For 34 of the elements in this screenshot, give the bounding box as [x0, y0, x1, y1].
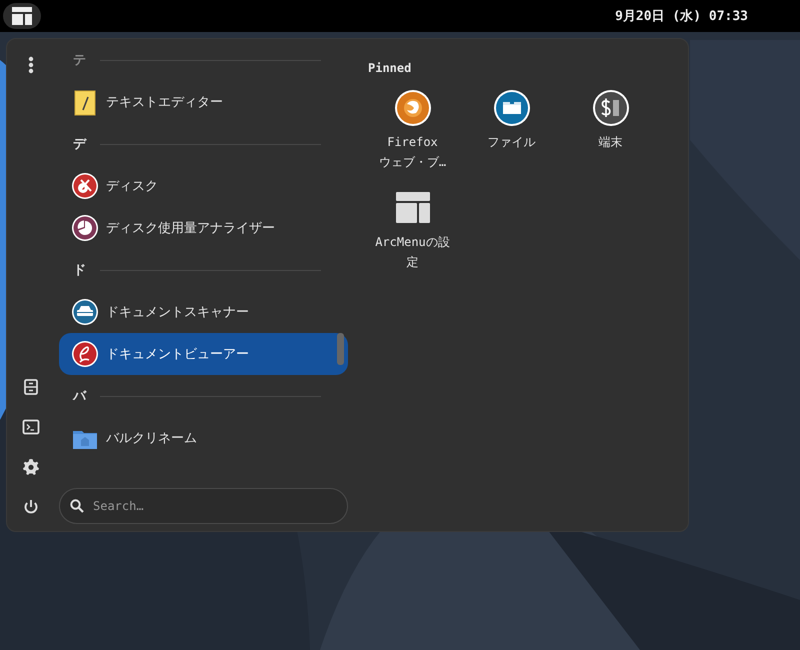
app-list-item[interactable]: ドキュメントスキャナー — [59, 291, 348, 333]
power-icon — [22, 498, 40, 516]
more-icon — [28, 56, 34, 74]
section-letter: テ — [73, 52, 86, 69]
section-letter: バ — [73, 388, 86, 405]
search-field[interactable]: Search… — [59, 488, 348, 524]
cabinet-icon — [22, 378, 40, 396]
scrollbar[interactable] — [337, 333, 344, 365]
activities-button[interactable] — [3, 3, 41, 29]
app-list-item[interactable]: ドキュメントビューアー — [59, 333, 348, 375]
app-list-item[interactable]: バルクリネーム — [59, 417, 348, 459]
clock[interactable]: 9月20日 (水) 07:33 — [615, 7, 748, 25]
file-cabinet-icon — [494, 90, 530, 126]
layout-icon — [12, 7, 32, 25]
section-letter: ド — [73, 262, 86, 279]
app-list-item[interactable]: ディスク — [59, 165, 348, 207]
search-icon — [70, 499, 84, 513]
terminal-icon — [22, 418, 40, 436]
wrench-disk-icon — [70, 171, 100, 201]
app-list-item[interactable]: テキストエディター — [59, 81, 348, 123]
section-title: Pinned — [368, 61, 412, 75]
fox-icon — [394, 90, 430, 126]
pinned-app[interactable]: 端末 — [561, 86, 660, 176]
section-letter: デ — [73, 136, 86, 153]
scanner-icon — [70, 297, 100, 327]
pinned-app[interactable]: Firefox ウェブ・ブ… — [363, 86, 462, 176]
pinned-app[interactable]: ファイル — [462, 86, 561, 176]
pie-chart-icon — [70, 213, 100, 243]
layout-icon — [394, 190, 430, 226]
pinned-app[interactable]: ArcMenuの設 定 — [363, 186, 462, 276]
app-list-item[interactable]: ディスク使用量アナライザー — [59, 207, 348, 249]
document-viewer-icon — [70, 339, 100, 369]
dollar-terminal-icon — [592, 90, 628, 126]
settings-icon — [22, 458, 40, 476]
